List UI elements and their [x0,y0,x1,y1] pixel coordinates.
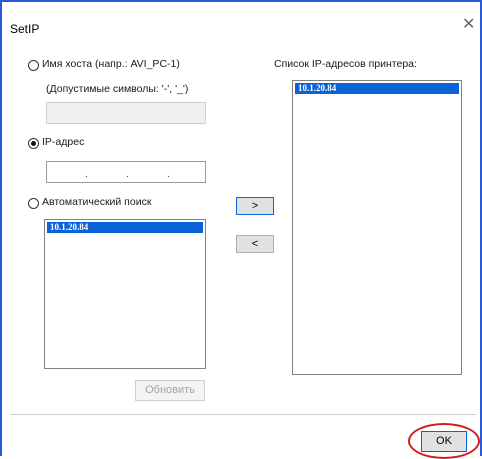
hostname-radio[interactable] [28,60,39,71]
ip-separator-dot: . [126,169,129,180]
ip-separator-dot: . [85,169,88,180]
ip-separator-dot: . [167,169,170,180]
close-icon[interactable]: ✕ [462,17,475,33]
add-to-list-button[interactable]: > [236,197,274,215]
ok-button[interactable]: OK [421,431,467,452]
hostname-hint: (Допустимые символы: '-', '_') [46,83,189,95]
footer-divider [10,414,476,415]
refresh-button[interactable]: Обновить [135,380,205,401]
auto-search-label: Автоматический поиск [42,196,152,208]
hostname-input[interactable] [46,102,206,124]
ip-address-field[interactable]: . . . [46,161,206,183]
remove-from-list-button[interactable]: < [236,235,274,253]
window-title: SetIP [10,22,40,36]
ip-address-radio[interactable] [28,138,39,149]
list-item[interactable]: 10.1.20.84 [47,222,203,233]
ip-address-label: IP-адрес [42,136,85,148]
printer-list-title: Список IP-адресов принтера: [274,58,417,70]
found-printers-list[interactable]: 10.1.20.84 [44,219,206,369]
hostname-label: Имя хоста (напр.: AVI_PC-1) [42,58,180,70]
auto-search-radio[interactable] [28,198,39,209]
window-top-accent [0,0,482,2]
printer-ip-list[interactable]: 10.1.20.84 [292,80,462,375]
list-item[interactable]: 10.1.20.84 [295,83,459,94]
window-left-border [0,0,2,456]
